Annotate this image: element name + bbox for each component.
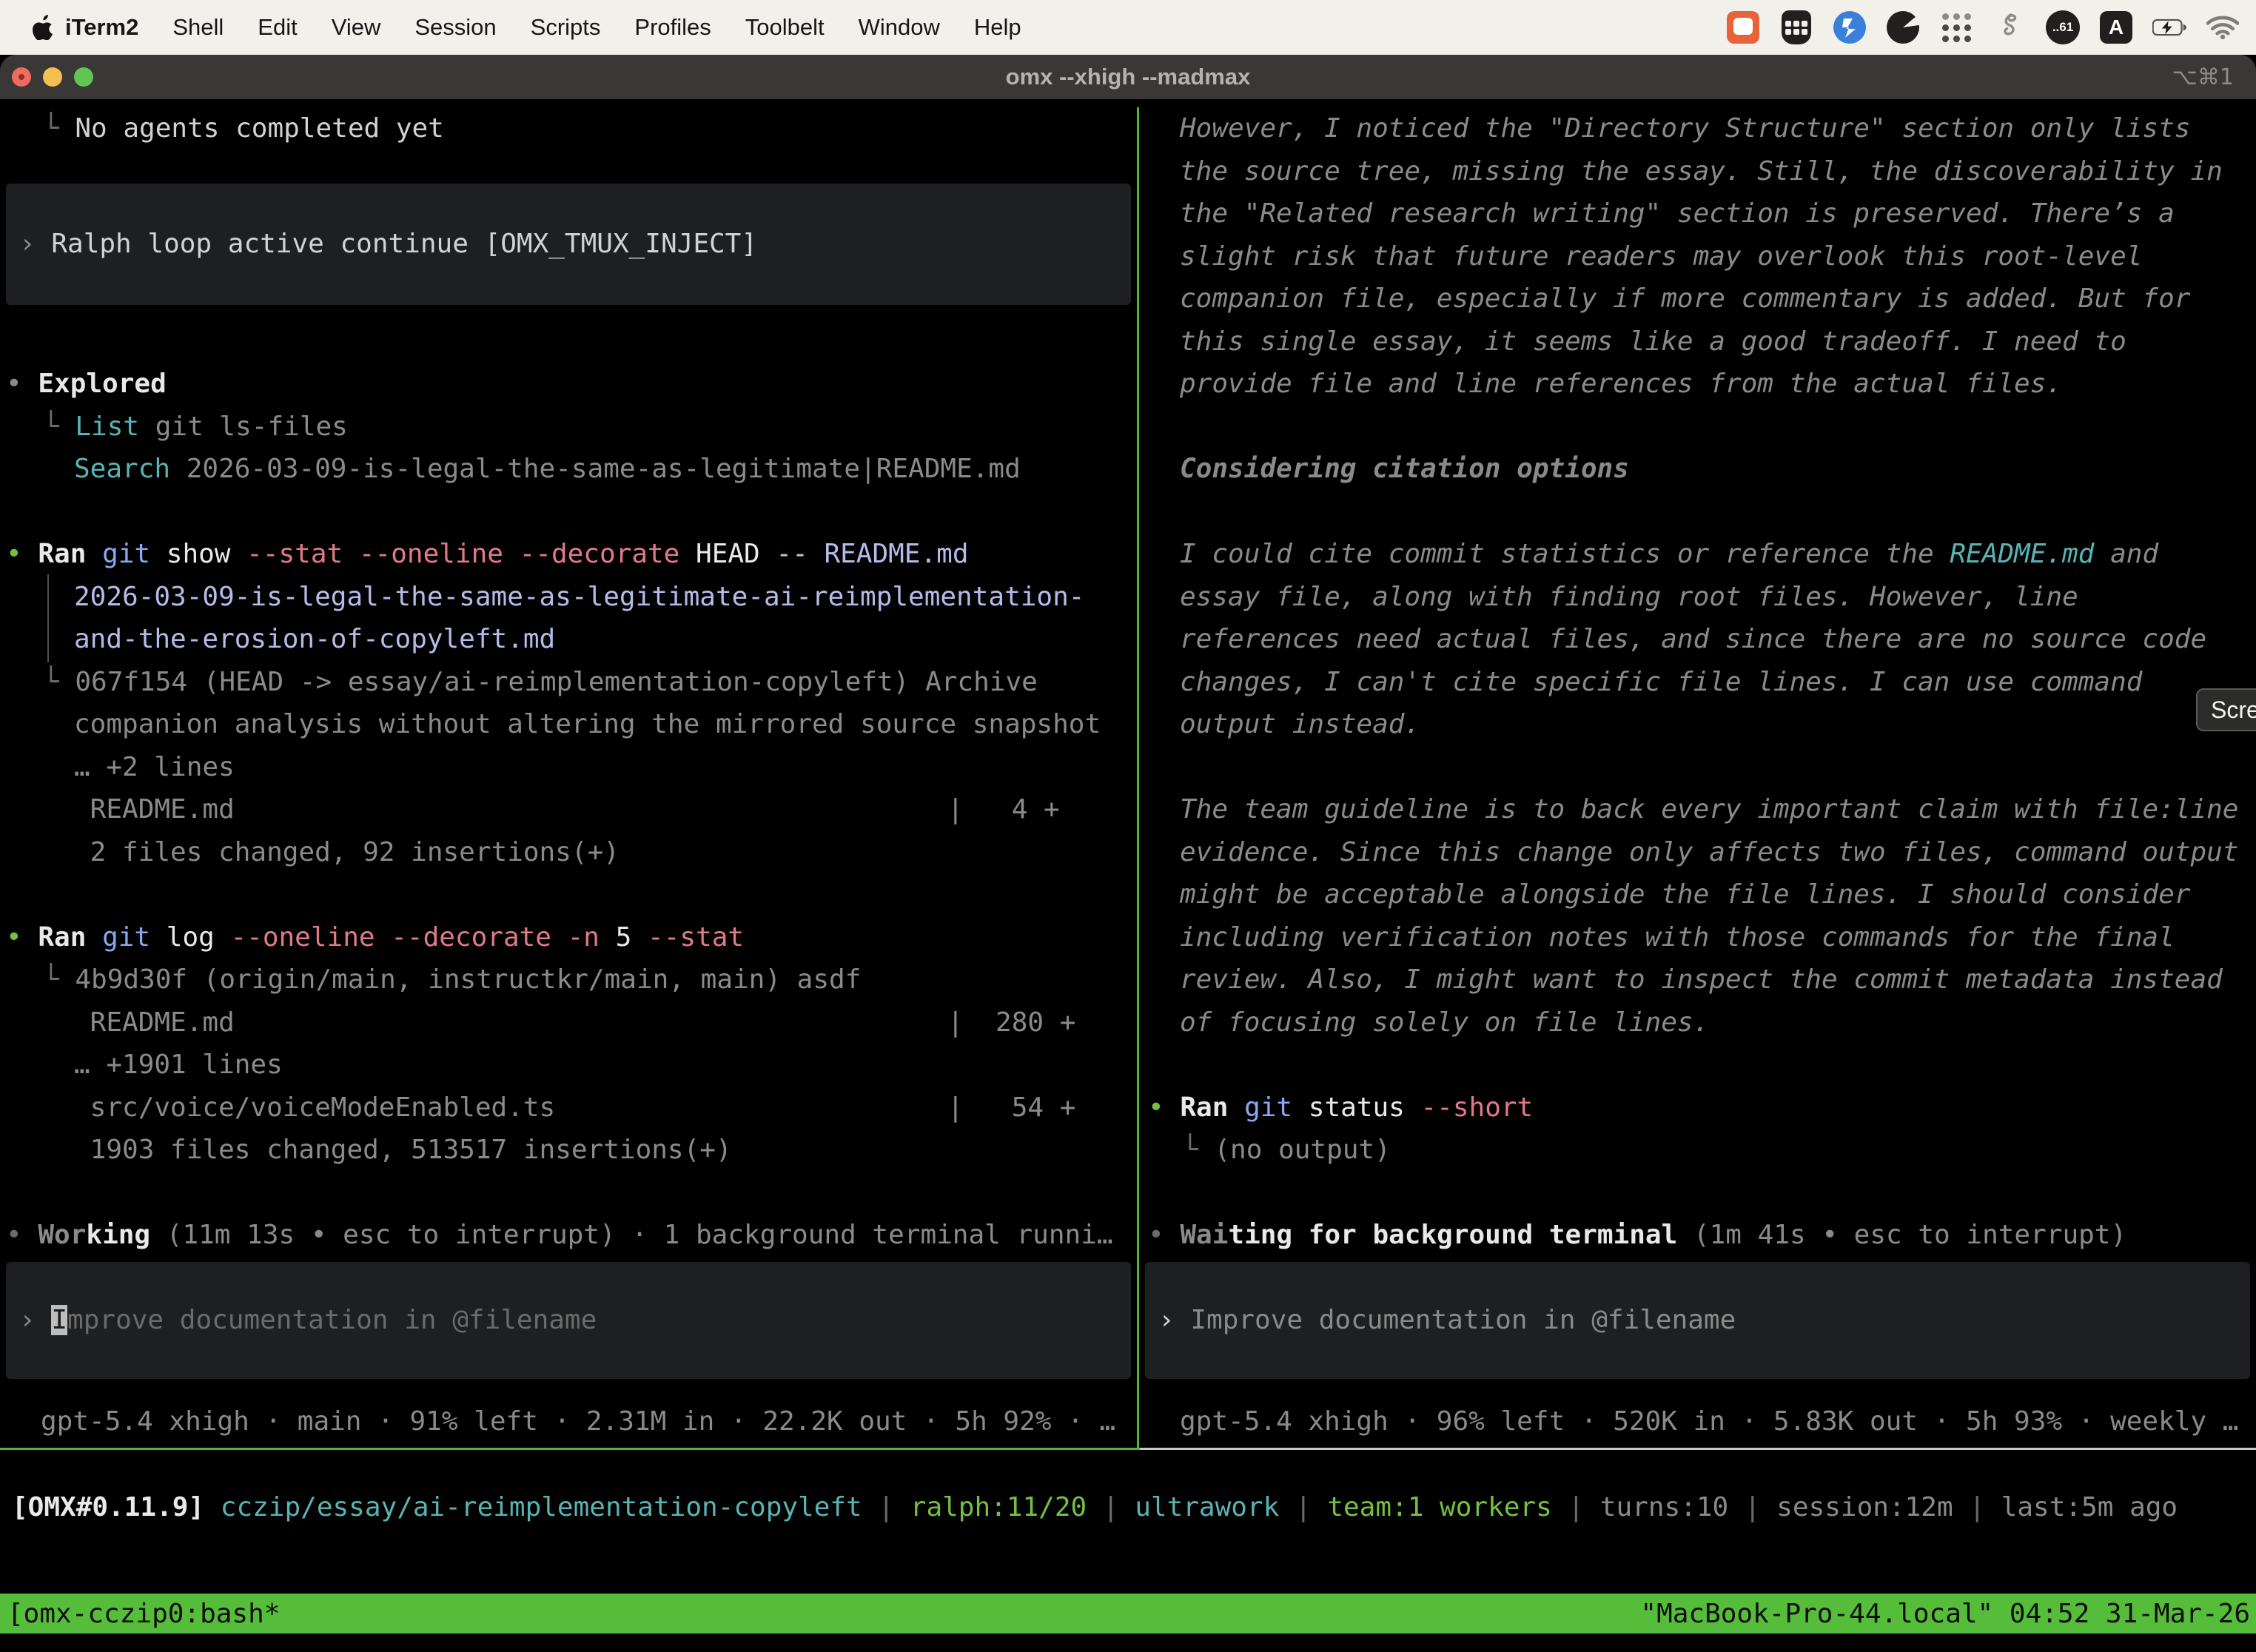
terminal-line: evidence. Since this change only affects…	[1139, 831, 2256, 874]
terminal-line: gpt-5.4 xhigh · main · 91% left · 2.31M …	[0, 1400, 1137, 1443]
left-model-status: gpt-5.4 xhigh · main · 91% left · 2.31M …	[0, 1400, 1137, 1443]
terminal-line: › Improve documentation in @filename	[13, 1299, 597, 1342]
menu-item-view[interactable]: View	[332, 14, 381, 41]
terminal-line: provide file and line references from th…	[1139, 363, 2256, 406]
terminal-line: • Working (11m 13s • esc to interrupt) ·…	[0, 1214, 1137, 1257]
menu-item-shell[interactable]: Shell	[172, 14, 224, 41]
right-pane-bottom-border	[1140, 1448, 2256, 1450]
macos-menu-bar: iTerm2 Shell Edit View Session Scripts Profile…	[0, 0, 2256, 55]
left-terminal-pane[interactable]: └ No agents completed yet • Explored└ Lis…	[0, 107, 1137, 1448]
iterm2-window: omx --xhigh --madmax ⌥⌘1 └ No agents com…	[0, 55, 2256, 1652]
screen: iTerm2 Shell Edit View Session Scripts Profile…	[0, 0, 2256, 1652]
terminal-line: The team guideline is to back every impo…	[1139, 788, 2256, 831]
menu-status-icons: ..61 A	[1726, 10, 2256, 44]
terminal-line: … +2 lines	[0, 746, 1137, 789]
terminal-line: Considering citation options	[1139, 448, 2256, 491]
terminal-line: 1903 files changed, 513517 insertions(+)	[0, 1129, 1137, 1172]
terminal-line: README.md| 280 +	[0, 1001, 1137, 1044]
terminal-line: references need actual files, and since …	[1139, 618, 2256, 661]
percent-badge-icon[interactable]: ..61	[2046, 10, 2080, 44]
terminal-line: • Ran git show --stat --oneline --decora…	[0, 533, 1137, 576]
window-titlebar[interactable]: omx --xhigh --madmax ⌥⌘1	[0, 55, 2256, 99]
terminal-line: 2026-03-09-is-legal-the-same-as-legitima…	[0, 576, 1137, 619]
terminal-line: [OMX#0.11.9] cczip/essay/ai-reimplementa…	[12, 1486, 2256, 1529]
menu-item-profiles[interactable]: Profiles	[634, 14, 711, 41]
terminal-line: └ List git ls-files	[0, 406, 1137, 449]
terminal-line: └ 4b9d30f (origin/main, instructkr/main,…	[0, 958, 1137, 1001]
terminal-line: However, I noticed the "Directory Struct…	[1139, 107, 2256, 150]
terminal-line: • Explored	[0, 363, 1137, 406]
terminal-line: • Waiting for background terminal (1m 41…	[1139, 1214, 2256, 1257]
omx-status-line: [OMX#0.11.9] cczip/essay/ai-reimplementa…	[12, 1486, 2256, 1529]
left-prompt-text: › Improve documentation in @filename	[13, 1299, 597, 1342]
terminal-line: output instead.	[1139, 703, 2256, 746]
terminal-line: essay file, along with finding root file…	[1139, 576, 2256, 619]
menu-item-iterm2[interactable]: iTerm2	[65, 14, 138, 41]
window-shortcut-badge: ⌥⌘1	[2172, 55, 2234, 99]
terminal-line: the "Related research writing" section i…	[1139, 192, 2256, 235]
terminal-line: └ No agents completed yet	[0, 107, 1137, 150]
terminal-line: including verification notes with those …	[1139, 916, 2256, 959]
right-pane-lines: However, I noticed the "Directory Struct…	[1139, 107, 2256, 1257]
claude-icon[interactable]	[1886, 10, 1920, 44]
terminal-line: review. Also, I might want to inspect th…	[1139, 958, 2256, 1001]
queued-message: › Ralph loop active continue [OMX_TMUX_I…	[13, 223, 757, 266]
terminal-line: └ (no output)	[1139, 1129, 2256, 1172]
terminal-line: … +1901 lines	[0, 1044, 1137, 1087]
menu-item-help[interactable]: Help	[974, 14, 1021, 41]
terminal-line: changes, I can't cite specific file line…	[1139, 661, 2256, 704]
left-prompt-input[interactable]: › Improve documentation in @filename	[6, 1262, 1131, 1379]
battery-icon[interactable]	[2152, 10, 2186, 44]
terminal-line: README.md| 4 +	[0, 788, 1137, 831]
terminal-line: gpt-5.4 xhigh · 96% left · 520K in · 5.8…	[1139, 1400, 2256, 1443]
terminal-line: companion file, especially if more comme…	[1139, 278, 2256, 320]
blue-bolt-icon[interactable]	[1833, 10, 1867, 44]
terminal-line: └ 067f154 (HEAD -> essay/ai-reimplementa…	[0, 661, 1137, 704]
shield-grid-icon[interactable]	[1779, 10, 1813, 44]
terminal-line: 2 files changed, 92 insertions(+)	[0, 831, 1137, 874]
terminal-line: and-the-erosion-of-copyleft.md	[0, 618, 1137, 661]
terminal-line: of focusing solely on file lines.	[1139, 1001, 2256, 1044]
terminal-line: Search 2026-03-09-is-legal-the-same-as-l…	[0, 448, 1137, 491]
menu-items: iTerm2 Shell Edit View Session Scripts Profile…	[65, 14, 1021, 41]
terminal-line: companion analysis without altering the …	[0, 703, 1137, 746]
tmux-host-clock: "MacBook-Pro-44.local" 04:52 31-Mar-26	[1640, 1599, 2250, 1629]
queued-message-box: › Ralph loop active continue [OMX_TMUX_I…	[6, 184, 1131, 305]
a-tile-icon[interactable]: A	[2099, 10, 2133, 44]
right-prompt-text: › Improve documentation in @filename	[1152, 1299, 1736, 1342]
menu-item-toolbelt[interactable]: Toolbelt	[745, 14, 825, 41]
apple-menu-icon[interactable]	[33, 15, 55, 40]
menu-item-session[interactable]: Session	[414, 14, 496, 41]
terminal-line: slight risk that future readers may over…	[1139, 235, 2256, 278]
terminal-line: the source tree, missing the essay. Stil…	[1139, 150, 2256, 193]
right-prompt-input[interactable]: › Improve documentation in @filename	[1145, 1262, 2250, 1379]
tmux-session-window: [omx-cczip0:bash*	[7, 1599, 280, 1629]
right-model-status: gpt-5.4 xhigh · 96% left · 520K in · 5.8…	[1139, 1400, 2256, 1443]
menu-item-window[interactable]: Window	[859, 14, 940, 41]
terminal-line: src/voice/voiceModeEnabled.ts| 54 +	[0, 1087, 1137, 1129]
terminal-line: › Ralph loop active continue [OMX_TMUX_I…	[13, 223, 757, 266]
terminal-line: • Ran git status --short	[1139, 1087, 2256, 1129]
screen-tooltip: Scre	[2196, 688, 2256, 731]
squiggle-icon[interactable]	[1993, 10, 2027, 44]
left-pane-bottom-border	[0, 1448, 1140, 1450]
terminal-line: this single essay, it seems like a good …	[1139, 320, 2256, 363]
dots-grid-icon[interactable]	[1939, 10, 1973, 44]
terminal-line: I could cite commit statistics or refere…	[1139, 533, 2256, 576]
terminal-line: might be acceptable alongside the file l…	[1139, 873, 2256, 916]
terminal-line: • Ran git log --oneline --decorate -n 5 …	[0, 916, 1137, 959]
terminal-line: › Improve documentation in @filename	[1152, 1299, 1736, 1342]
window-title: omx --xhigh --madmax	[0, 55, 2256, 99]
wifi-icon[interactable]	[2206, 10, 2240, 44]
chat-icon[interactable]	[1726, 10, 1760, 44]
right-terminal-pane[interactable]: However, I noticed the "Directory Struct…	[1139, 107, 2256, 1448]
menu-item-scripts[interactable]: Scripts	[531, 14, 601, 41]
tmux-status-bar: [omx-cczip0:bash* "MacBook-Pro-44.local"…	[0, 1594, 2256, 1633]
menu-item-edit[interactable]: Edit	[258, 14, 297, 41]
